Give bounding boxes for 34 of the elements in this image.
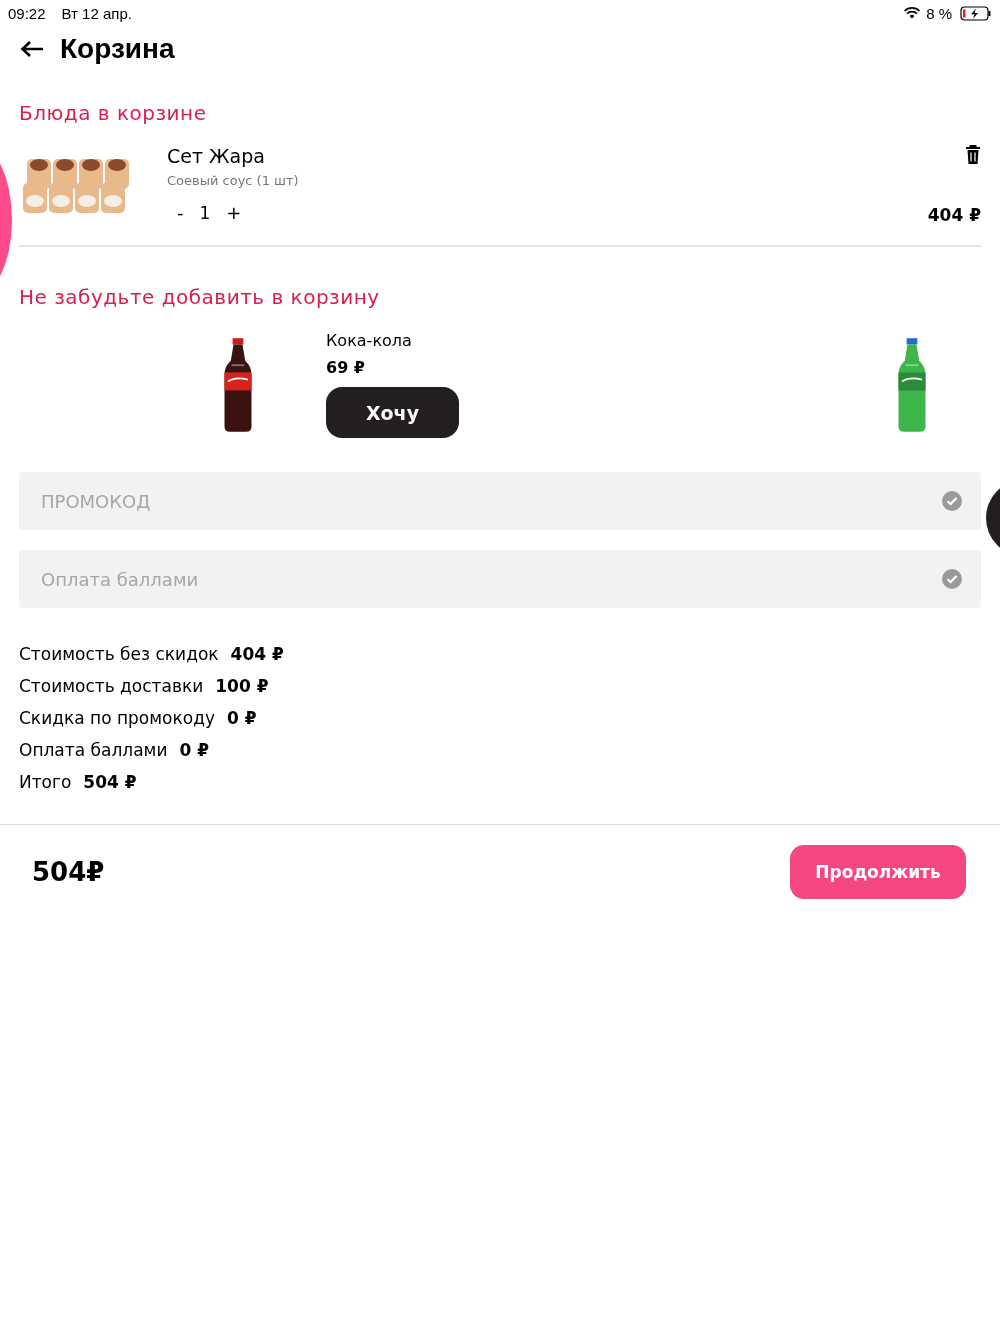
minus-button[interactable]: -: [175, 202, 186, 223]
item-name: Сет Жара: [167, 145, 266, 167]
total-price: 504₽: [32, 857, 105, 887]
item-option: Соевый соус (1 шт): [167, 173, 928, 188]
back-button[interactable]: [20, 40, 44, 58]
section-title: Блюда в корзине: [18, 101, 208, 125]
summary-label: Итого: [19, 772, 72, 792]
battery-icon: [960, 5, 992, 21]
summary-value: 504 ₽: [83, 772, 137, 792]
item-price: 404 ₽: [927, 205, 981, 225]
section-title: Не забудьте добавить в корзину: [18, 285, 381, 309]
input-field[interactable]: ПРОМОКОД: [19, 472, 981, 530]
product-price: 69 ₽: [326, 358, 366, 377]
delete-icon[interactable]: [965, 145, 981, 164]
want-button[interactable]: Хочу: [326, 387, 459, 438]
summary-label: Стоимость доставки: [19, 676, 204, 696]
summary-value: 0 ₽: [226, 708, 257, 728]
summary-label: Оплата баллами: [19, 740, 168, 760]
wifi-icon: [904, 7, 921, 19]
summary-label: Скидка по промокоду: [19, 708, 215, 728]
check-icon[interactable]: [942, 569, 962, 589]
summary-value: 100 ₽: [215, 676, 269, 696]
summary-value: 0 ₽: [179, 740, 209, 760]
summary-value: 404 ₽: [230, 644, 284, 664]
quantity: 1: [199, 202, 211, 223]
product-name: Кока-кола: [326, 331, 413, 350]
battery-percent: 8 %: [926, 4, 952, 22]
status-date: Вт 12 апр.: [61, 4, 132, 22]
page-title: Корзина: [60, 33, 175, 65]
plus-button[interactable]: +: [224, 202, 244, 223]
status-time: 09:22: [8, 4, 46, 22]
input-field[interactable]: Оплата баллами: [19, 550, 981, 608]
summary-label: Стоимость без скидок: [19, 644, 219, 664]
check-icon[interactable]: [942, 491, 962, 511]
